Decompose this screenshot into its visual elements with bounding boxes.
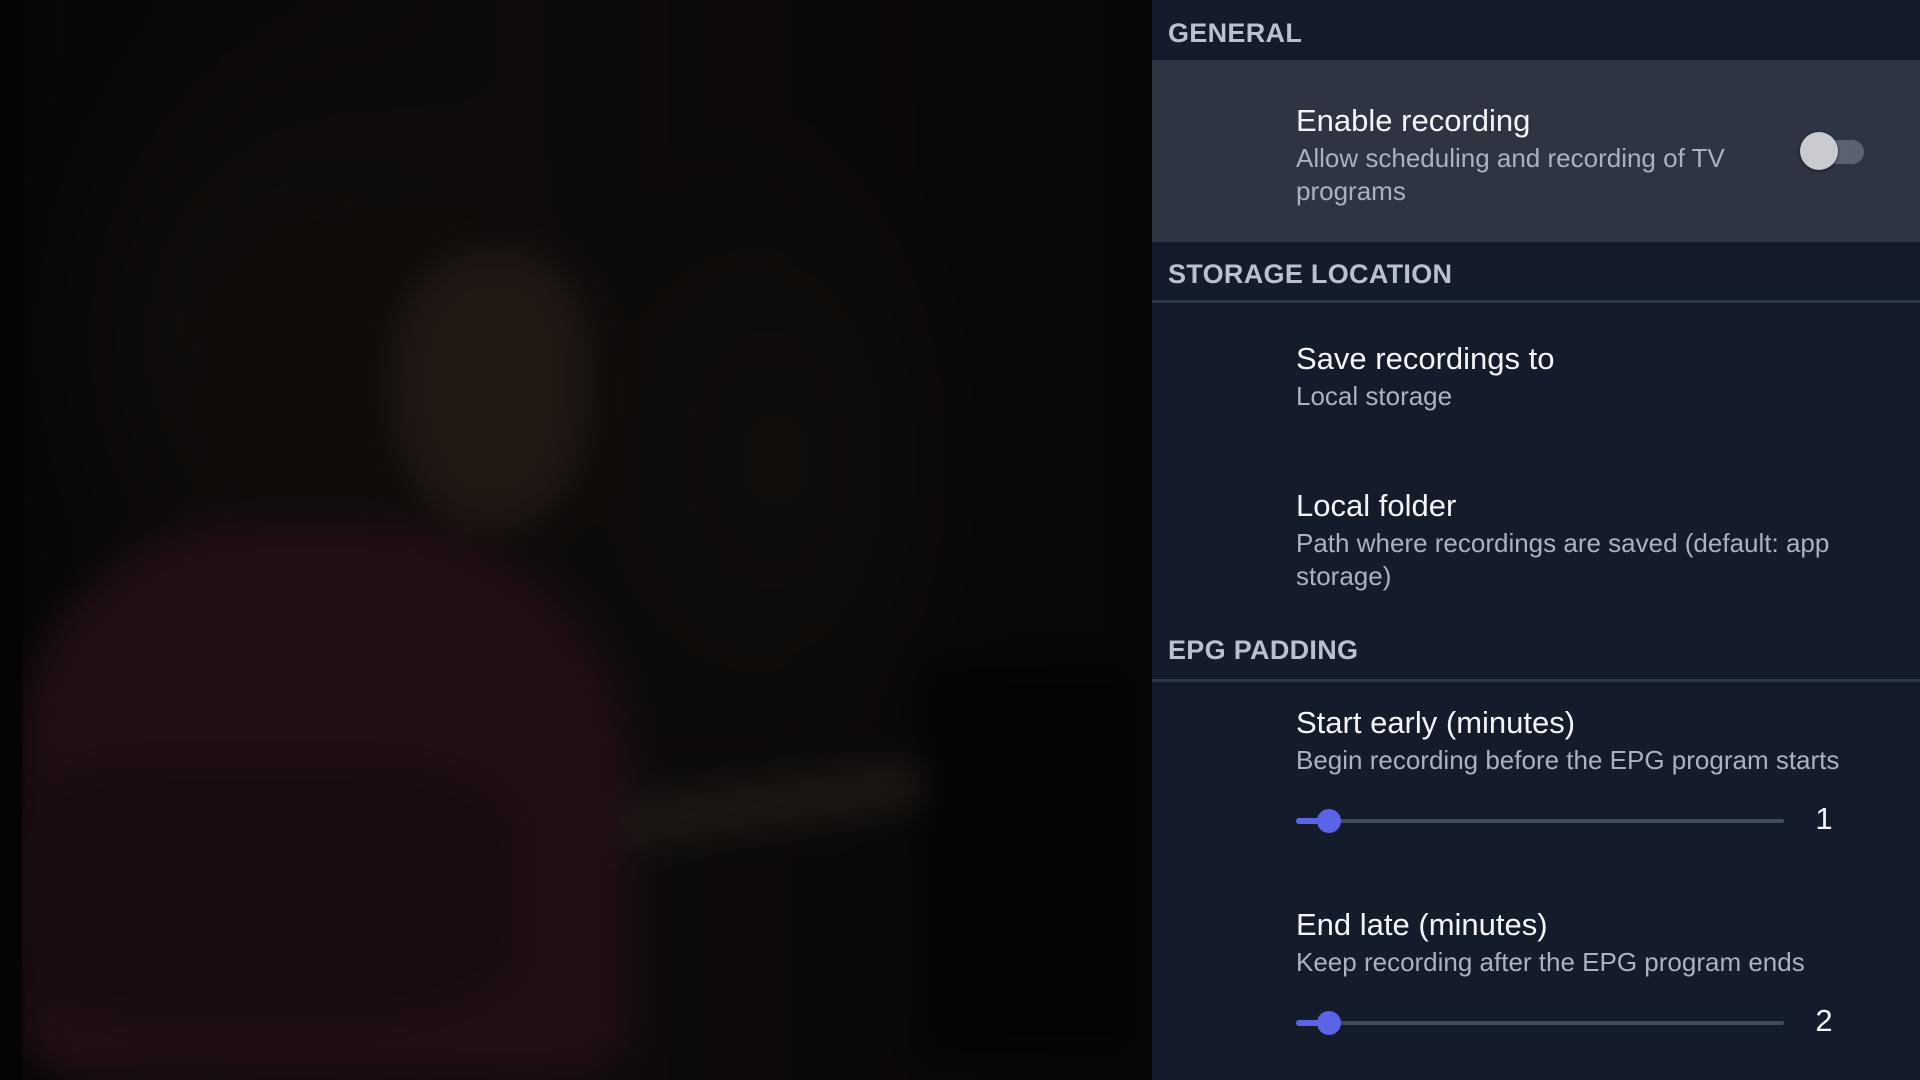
video-background xyxy=(0,0,1152,1080)
enable-recording-title: Enable recording xyxy=(1296,103,1531,138)
end-late-row[interactable]: End late (minutes) Keep recording after … xyxy=(1152,892,1920,1080)
start-early-slider-container: 1 xyxy=(1296,791,1864,851)
start-early-slider[interactable] xyxy=(1296,809,1784,833)
start-early-subtitle: Begin recording before the EPG program s… xyxy=(1296,745,1840,775)
start-early-row[interactable]: Start early (minutes) Begin recording be… xyxy=(1152,682,1920,892)
save-recordings-to-value: Local storage xyxy=(1296,381,1453,411)
section-header-general: GENERAL xyxy=(1168,17,1303,48)
end-late-title: End late (minutes) xyxy=(1296,907,1548,942)
section-header-storage-location: STORAGE LOCATION xyxy=(1168,258,1453,289)
screen: GENERAL Enable recording Allow schedulin… xyxy=(0,0,1920,1080)
end-late-slider-container: 2 xyxy=(1296,993,1864,1053)
enable-recording-row[interactable]: Enable recording Allow scheduling and re… xyxy=(1152,60,1920,242)
local-folder-row[interactable]: Local folder Path where recordings are s… xyxy=(1152,449,1920,621)
local-folder-title: Local folder xyxy=(1296,488,1457,523)
slider-thumb[interactable] xyxy=(1316,809,1341,833)
toggle-thumb xyxy=(1800,132,1838,170)
section-header-epg-padding: EPG PADDING xyxy=(1168,634,1359,665)
save-recordings-to-row[interactable]: Save recordings to Local storage xyxy=(1152,303,1920,449)
slider-rail xyxy=(1296,819,1784,823)
enable-recording-subtitle: Allow scheduling and recording of TV pro… xyxy=(1296,143,1725,206)
recording-settings-panel: GENERAL Enable recording Allow schedulin… xyxy=(1152,0,1920,1080)
local-folder-subtitle: Path where recordings are saved (default… xyxy=(1296,528,1830,591)
start-early-title: Start early (minutes) xyxy=(1296,705,1576,740)
end-late-slider[interactable] xyxy=(1296,1011,1784,1035)
slider-thumb[interactable] xyxy=(1316,1011,1341,1035)
enable-recording-toggle[interactable] xyxy=(1800,131,1866,171)
slider-rail xyxy=(1296,1021,1784,1025)
save-recordings-to-title: Save recordings to xyxy=(1296,341,1555,376)
end-late-subtitle: Keep recording after the EPG program end… xyxy=(1296,947,1805,977)
start-early-value: 1 xyxy=(1815,801,1833,836)
end-late-value: 2 xyxy=(1815,1003,1833,1038)
